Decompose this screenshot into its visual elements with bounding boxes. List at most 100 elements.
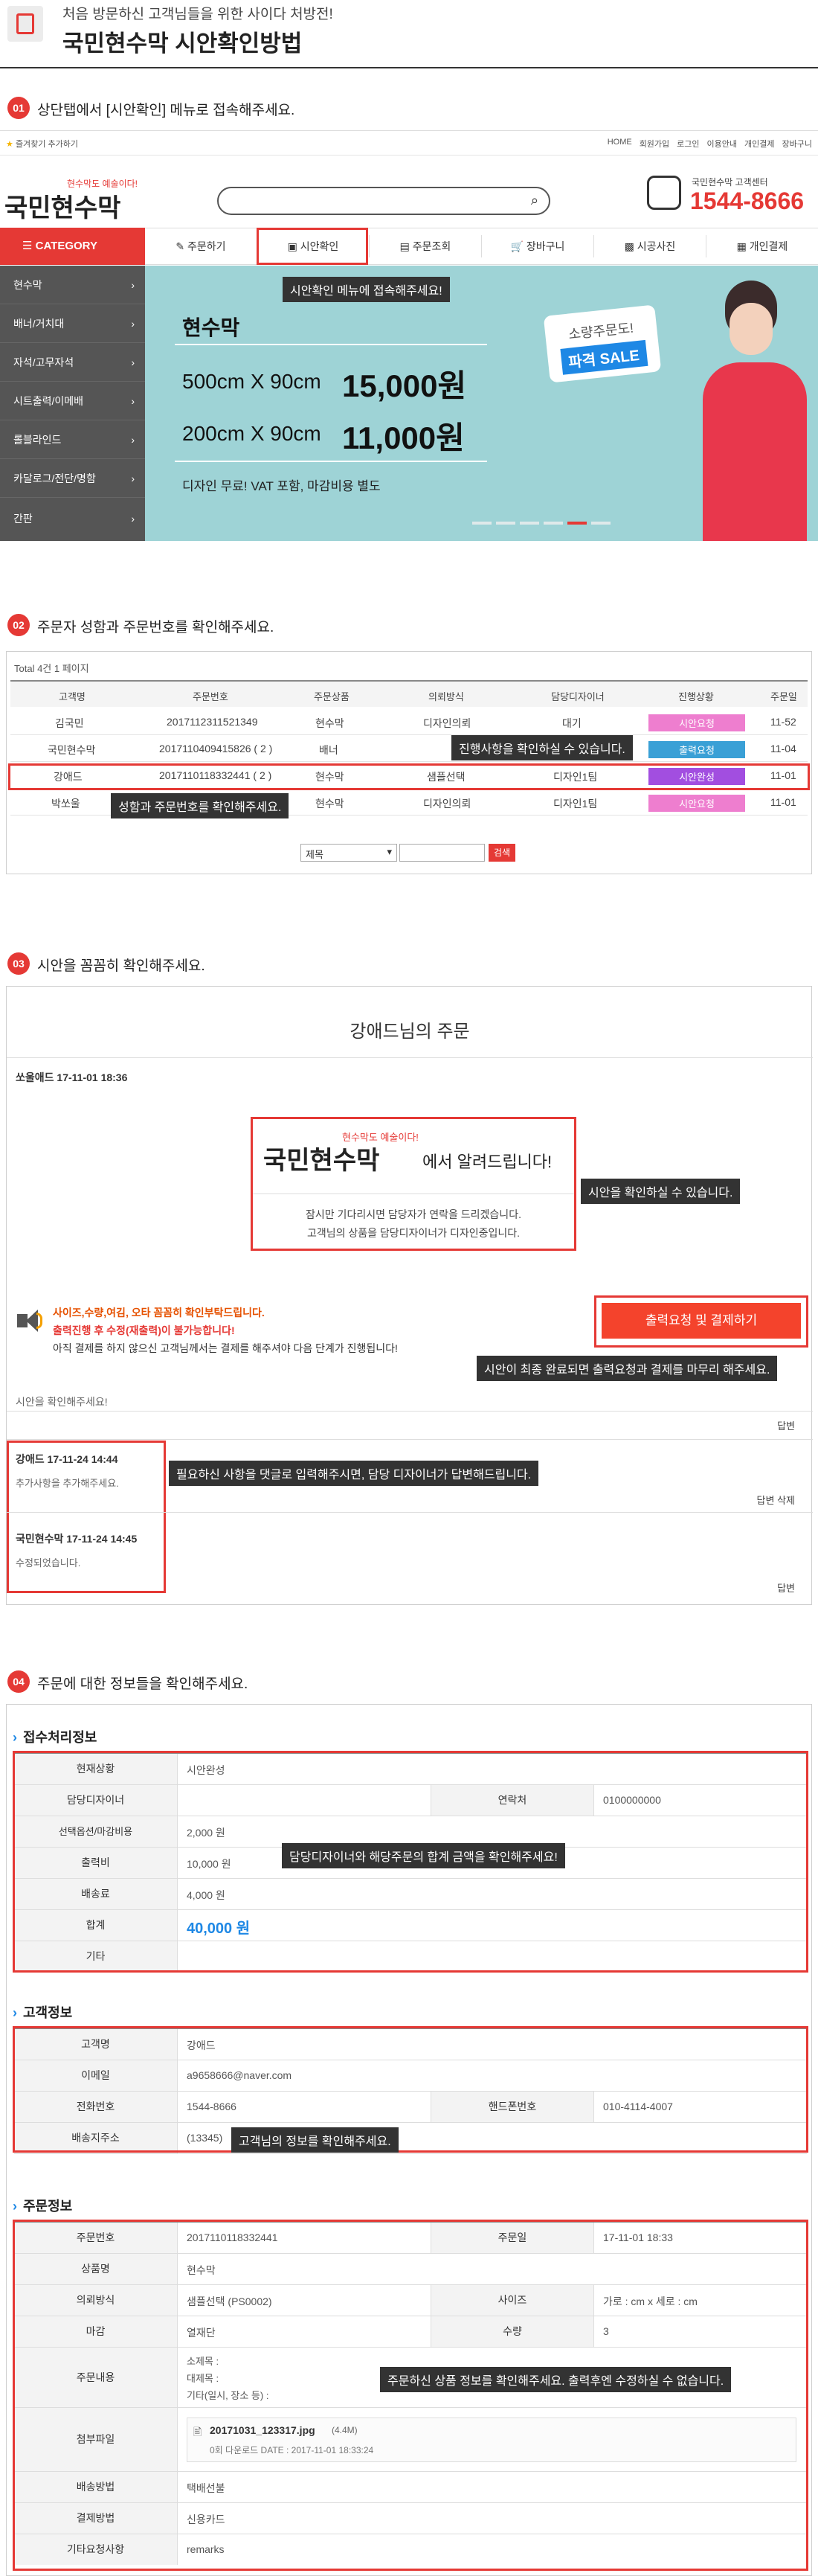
- category-item[interactable]: 배너/거치대 ›: [0, 304, 145, 343]
- cs-phone: 1544-8666: [690, 188, 805, 214]
- reply-delete-link[interactable]: 답변 삭제: [757, 1493, 795, 1507]
- top-link-cart[interactable]: 장바구니: [782, 138, 812, 150]
- section-receipt: › 접수처리정보: [13, 1730, 97, 1745]
- comment-2-author: 국민현수막 17-11-24 14:45: [16, 1533, 138, 1545]
- nav-personal-pay[interactable]: ▦ 개인결제: [706, 235, 818, 257]
- request-pay-button[interactable]: 출력요청 및 결제하기: [602, 1303, 801, 1339]
- step-2-text: 주문자 성함과 주문번호를 확인해주세요.: [37, 620, 274, 635]
- search-keyword-input[interactable]: [399, 844, 485, 862]
- top-links: HOME 회원가입 로그인 이용안내 개인결제 장바구니: [608, 138, 812, 150]
- table-row[interactable]: 국민현수막 2017110409415826 ( 2 ) 배너 출력요청 11-…: [10, 735, 808, 762]
- callout-view: 시안을 확인하실 수 있습니다.: [581, 1179, 741, 1204]
- section-order: › 주문정보: [13, 2199, 73, 2214]
- proof-title: 강애드님의 주문: [350, 1022, 470, 1042]
- category-item[interactable]: 현수막 ›: [0, 266, 145, 304]
- category-item[interactable]: 시트출력/이메배 ›: [0, 382, 145, 420]
- nav-photos[interactable]: ▩ 시공사진: [594, 235, 706, 257]
- callout-name: 성함과 주문번호를 확인해주세요.: [111, 793, 289, 818]
- speaker-icon: [17, 1308, 45, 1333]
- nav-cart[interactable]: 🛒 장바구니: [482, 235, 594, 257]
- order-total: Total 4건 1 페이지: [14, 663, 89, 674]
- comment-1-text: 추가사항을 추가해주세요.: [16, 1478, 119, 1489]
- header-subtitle: 처음 방문하신 고객님들을 위한 사이다 처방전!: [62, 7, 333, 22]
- warning-1: 사이즈,수량,여김, 오타 꼼꼼히 확인부탁드립니다.: [53, 1307, 265, 1319]
- promo-banner[interactable]: 현수막 500cm X 90cm 15,000원 200cm X 90cm 11…: [145, 266, 818, 541]
- order-table-header: 고객명 주문번호 주문상품 의뢰방식 담당디자이너 진행상황 주문일: [10, 680, 808, 707]
- nav-order[interactable]: ✎ 주문하기: [145, 235, 257, 257]
- comment-1-author: 강애드 17-11-24 14:44: [16, 1453, 118, 1465]
- reply-link-2[interactable]: 답변: [777, 1580, 795, 1595]
- proof-panel: 강애드님의 주문 쏘울애드 17-11-01 18:36 현수막도 예술이다! …: [6, 986, 813, 1605]
- logo[interactable]: 국민현수막: [4, 188, 120, 224]
- callout-order: 주문하신 상품 정보를 확인해주세요. 출력후엔 수정하실 수 없습니다.: [380, 2367, 732, 2392]
- banner-price-2: 11,000원: [342, 420, 465, 455]
- highlight-order-row: [8, 763, 810, 790]
- reply-link[interactable]: 답변: [777, 1418, 795, 1432]
- guide-icon: [7, 6, 43, 42]
- page-title: 국민현수막 시안확인방법: [62, 31, 303, 57]
- highlight-customer: [13, 2026, 808, 2153]
- section-customer: › 고객정보: [13, 2005, 73, 2020]
- sale-bubble: 소량주문도! 파격 SALE: [543, 304, 662, 383]
- banner-size-2: 200cm X 90cm: [182, 422, 321, 445]
- callout-customer: 고객님의 정보를 확인해주세요.: [231, 2127, 399, 2153]
- col-order-no: 주문번호: [193, 691, 228, 702]
- highlight-proof-tab: [257, 228, 368, 265]
- top-link-home[interactable]: HOME: [608, 138, 632, 150]
- callout-comment: 필요하신 사항을 댓글로 입력해주시면, 담당 디자이너가 답변해드립니다.: [169, 1461, 539, 1486]
- nav-tabs: ✎ 주문하기 ▣ 시안확인 ▤ 주문조회 🛒 장바구니 ▩ 시공사진 ▦ 개인결…: [145, 235, 818, 257]
- search-icon[interactable]: ⌕: [531, 193, 538, 208]
- step-3-badge: 03: [7, 952, 30, 975]
- top-link-pay[interactable]: 개인결제: [744, 138, 774, 150]
- step-2-badge: 02: [7, 614, 30, 636]
- cs-label: 국민현수막 고객센터: [692, 177, 768, 188]
- step-1-text: 상단탭에서 [시안확인] 메뉴로 접속해주세요.: [37, 103, 295, 118]
- warning-3: 아직 결제를 하지 않으신 고객님께서는 결제를 해주셔야 다음 단계가 진행됩…: [53, 1342, 398, 1354]
- banner-size-1: 500cm X 90cm: [182, 370, 321, 393]
- category-item[interactable]: 간판 ›: [0, 498, 145, 539]
- phone-icon: [647, 176, 681, 210]
- bookmark-link[interactable]: ★ 즐겨찾기 추가하기: [6, 138, 78, 150]
- search-button[interactable]: 검색: [489, 844, 515, 862]
- category-button[interactable]: ☰ CATEGORY: [0, 228, 145, 265]
- nav-lookup[interactable]: ▤ 주문조회: [370, 235, 482, 257]
- model-image: [695, 273, 807, 541]
- search-input[interactable]: ⌕: [217, 187, 550, 215]
- proof-author: 쏘울애드 17-11-01 18:36: [16, 1071, 128, 1083]
- step-3-text: 시안을 꼼꼼히 확인해주세요.: [37, 958, 205, 974]
- category-item[interactable]: 롤블라인드 ›: [0, 420, 145, 459]
- order-list-panel: Total 4건 1 페이지 고객명 주문번호 주문상품 의뢰방식 담당디자이너…: [6, 651, 812, 874]
- top-link-join[interactable]: 회원가입: [640, 138, 669, 150]
- step-4-badge: 04: [7, 1670, 30, 1693]
- callout-total: 담당디자이너와 해당주문의 합계 금액을 확인해주세요!: [282, 1843, 565, 1868]
- notice-logo: 국민현수막: [263, 1146, 380, 1176]
- table-row[interactable]: 김국민 2017112311521349 현수막 디자인의뢰 대기 시안요청 1…: [10, 708, 808, 735]
- header-divider: [0, 67, 818, 68]
- banner-price-1: 15,000원: [342, 368, 467, 403]
- category-item[interactable]: 자석/고무자석 ›: [0, 343, 145, 382]
- col-status: 진행상황: [678, 691, 714, 702]
- banner-title: 현수막: [182, 316, 240, 339]
- proof-notice: 현수막도 예술이다! 국민현수막 에서 알려드립니다! 잠시만 기다리시면 담당…: [251, 1117, 576, 1251]
- col-product: 주문상품: [314, 691, 350, 702]
- banner-pager: [472, 522, 611, 525]
- col-method: 의뢰방식: [428, 691, 464, 702]
- order-info-panel: › 접수처리정보 현재상황 시안완성 담당디자이너 연락처 0100000000 …: [6, 1704, 812, 2576]
- col-designer: 담당디자이너: [551, 691, 605, 702]
- banner-note: 디자인 무료! VAT 포함, 마감비용 별도: [182, 479, 381, 493]
- proof-confirm-text: 시안을 확인해주세요!: [16, 1396, 108, 1408]
- highlight-order: [13, 2220, 808, 2571]
- step-1-badge: 01: [7, 97, 30, 119]
- search-field-select[interactable]: 제목 ▾: [300, 844, 397, 862]
- callout-pay: 시안이 최종 완료되면 출력요청과 결제를 마무리 해주세요.: [477, 1356, 778, 1381]
- col-date: 주문일: [770, 691, 797, 702]
- col-customer: 고객명: [59, 691, 86, 702]
- top-link-guide[interactable]: 이용안내: [707, 138, 737, 150]
- callout-proof-menu: 시안확인 메뉴에 접속해주세요!: [283, 277, 450, 302]
- top-link-login[interactable]: 로그인: [677, 138, 699, 150]
- step-4-text: 주문에 대한 정보들을 확인해주세요.: [37, 1676, 248, 1692]
- warning-2: 출력진행 후 수정(재출력)이 불가능합니다!: [53, 1324, 235, 1336]
- category-sidebar: 현수막 › 배너/거치대 › 자석/고무자석 › 시트출력/이메배 › 롤블라인드 › 카…: [0, 266, 145, 541]
- comment-2-text: 수정되었습니다.: [16, 1557, 81, 1569]
- category-item[interactable]: 카달로그/전단/명함 ›: [0, 459, 145, 498]
